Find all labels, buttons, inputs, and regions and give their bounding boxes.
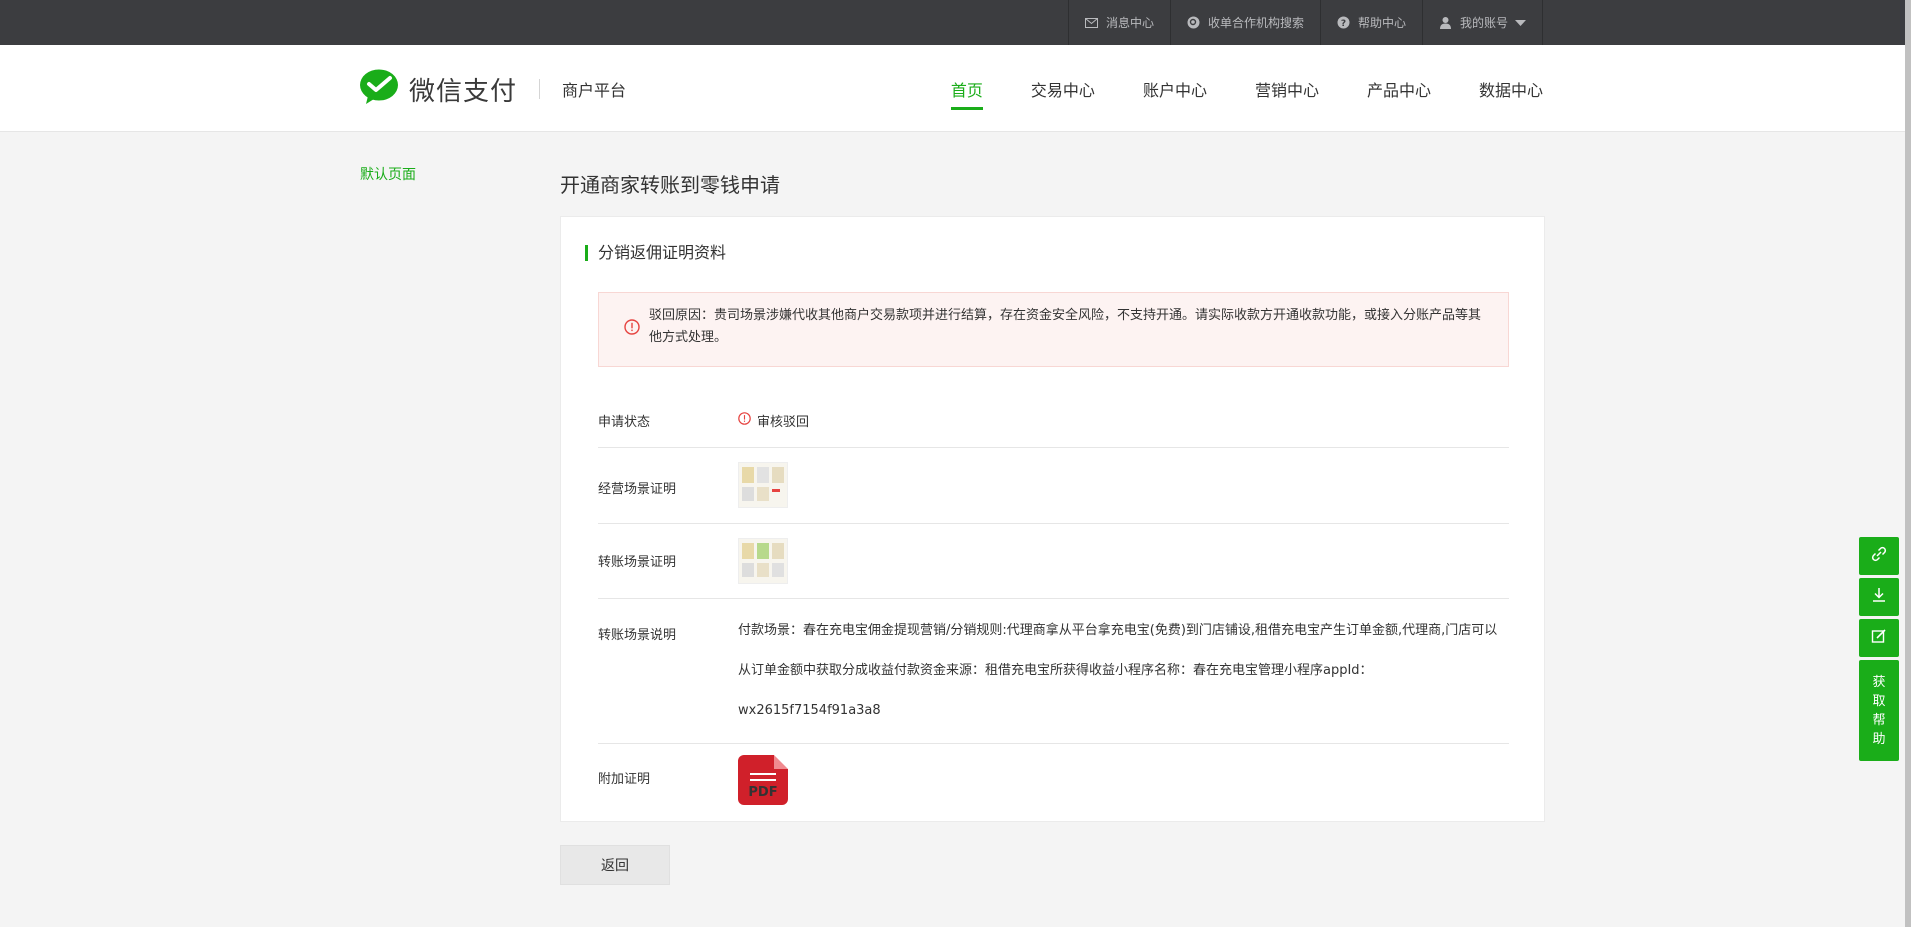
section-title: 分销返佣证明资料	[585, 245, 726, 261]
transfer-proof-thumbnail[interactable]	[738, 538, 788, 584]
svg-text:?: ?	[1341, 19, 1346, 29]
acquirer-search-link[interactable]: 收单合作机构搜索	[1169, 0, 1320, 45]
main-header: 微信支付 商户平台 首页 交易中心 账户中心 营销中心 产品中心 数据中心	[0, 45, 1905, 132]
help-char-4: 助	[1872, 731, 1886, 747]
search-circle-icon	[1187, 16, 1201, 30]
attachment-row: 附加证明 PDF	[598, 744, 1509, 820]
scrollbar-thumb[interactable]	[1905, 0, 1911, 927]
message-center-label: 消息中心	[1105, 16, 1154, 30]
back-button[interactable]: 返回	[560, 845, 670, 885]
attachment-label: 附加证明	[598, 772, 651, 787]
transfer-desc-value: 付款场景：春在充电宝佣金提现营销/分销规则:代理商拿从平台拿充电宝(免费)到门店…	[738, 623, 1498, 718]
warning-circle-icon	[624, 319, 640, 339]
help-center-link[interactable]: ? 帮助中心	[1319, 0, 1422, 45]
logo-divider	[539, 79, 541, 99]
scene-proof-row: 经营场景证明	[598, 448, 1509, 524]
nav-home[interactable]: 首页	[950, 45, 983, 132]
help-char-1: 获	[1872, 674, 1886, 690]
status-label: 申请状态	[598, 415, 651, 430]
wechat-pay-logo[interactable]: 微信支付 商户平台	[359, 69, 626, 109]
mail-icon	[1085, 16, 1099, 30]
transfer-proof-label: 转账场景证明	[598, 555, 677, 570]
download-button[interactable]	[1859, 578, 1899, 616]
chevron-down-icon	[1515, 16, 1526, 30]
pdf-lines	[750, 773, 776, 785]
page-title: 开通商家转账到零钱申请	[560, 173, 780, 197]
link-icon	[1871, 546, 1887, 566]
acquirer-search-label: 收单合作机构搜索	[1207, 16, 1304, 30]
platform-name: 商户平台	[562, 81, 627, 100]
application-card: 分销返佣证明资料 驳回原因：贵司场景涉嫌代收其他商户交易款项并进行结算，存在资金…	[560, 216, 1545, 822]
edit-button[interactable]	[1859, 619, 1899, 657]
brand-name: 微信支付	[409, 76, 518, 107]
rejection-alert: 驳回原因：贵司场景涉嫌代收其他商户交易款项并进行结算，存在资金安全风险，不支持开…	[598, 292, 1509, 367]
status-value: 审核驳回	[738, 411, 809, 430]
floating-toolbar: 获 取 帮 助	[1859, 537, 1899, 761]
help-center-label: 帮助中心	[1357, 16, 1406, 30]
pdf-attachment-icon[interactable]: PDF	[738, 755, 788, 805]
scene-proof-thumbnail[interactable]	[738, 462, 788, 508]
status-row: 申请状态 审核驳回	[598, 387, 1509, 448]
top-bar: 消息中心 收单合作机构搜索 ? 帮助中心 我的账号	[0, 0, 1905, 45]
status-badge: 审核驳回	[757, 415, 810, 430]
link-button[interactable]	[1859, 537, 1899, 575]
page-scrollbar[interactable]	[1905, 0, 1911, 927]
top-links: 消息中心 收单合作机构搜索 ? 帮助中心 我的账号	[1067, 0, 1543, 45]
transfer-desc-label: 转账场景说明	[598, 628, 677, 643]
wechat-pay-logo-icon	[359, 69, 399, 109]
edit-icon	[1871, 628, 1887, 648]
nav-data-center[interactable]: 数据中心	[1479, 45, 1543, 132]
help-circle-icon: ?	[1337, 16, 1351, 30]
help-char-2: 取	[1872, 693, 1886, 709]
message-center-link[interactable]: 消息中心	[1067, 0, 1170, 45]
pdf-text: PDF	[748, 785, 778, 800]
main-nav: 首页 交易中心 账户中心 营销中心 产品中心 数据中心	[950, 45, 1543, 132]
my-account-label: 我的账号	[1459, 16, 1508, 30]
help-char-3: 帮	[1872, 712, 1886, 728]
rejection-reason-text: 驳回原因：贵司场景涉嫌代收其他商户交易款项并进行结算，存在资金安全风险，不支持开…	[649, 308, 1482, 345]
my-account-link[interactable]: 我的账号	[1421, 0, 1543, 45]
sidebar-item-default-page[interactable]: 默认页面	[360, 164, 416, 184]
transfer-proof-row: 转账场景证明	[598, 524, 1509, 599]
warning-circle-icon	[738, 412, 751, 429]
download-icon	[1871, 587, 1887, 607]
get-help-button[interactable]: 获 取 帮 助	[1859, 660, 1899, 761]
scene-proof-label: 经营场景证明	[598, 482, 677, 497]
nav-transaction-center[interactable]: 交易中心	[1031, 45, 1095, 132]
nav-product-center[interactable]: 产品中心	[1367, 45, 1431, 132]
user-icon	[1439, 16, 1453, 30]
transfer-desc-row: 转账场景说明 付款场景：春在充电宝佣金提现营销/分销规则:代理商拿从平台拿充电宝…	[598, 599, 1509, 744]
nav-marketing-center[interactable]: 营销中心	[1255, 45, 1319, 132]
nav-account-center[interactable]: 账户中心	[1143, 45, 1207, 132]
pdf-fold	[774, 755, 788, 769]
